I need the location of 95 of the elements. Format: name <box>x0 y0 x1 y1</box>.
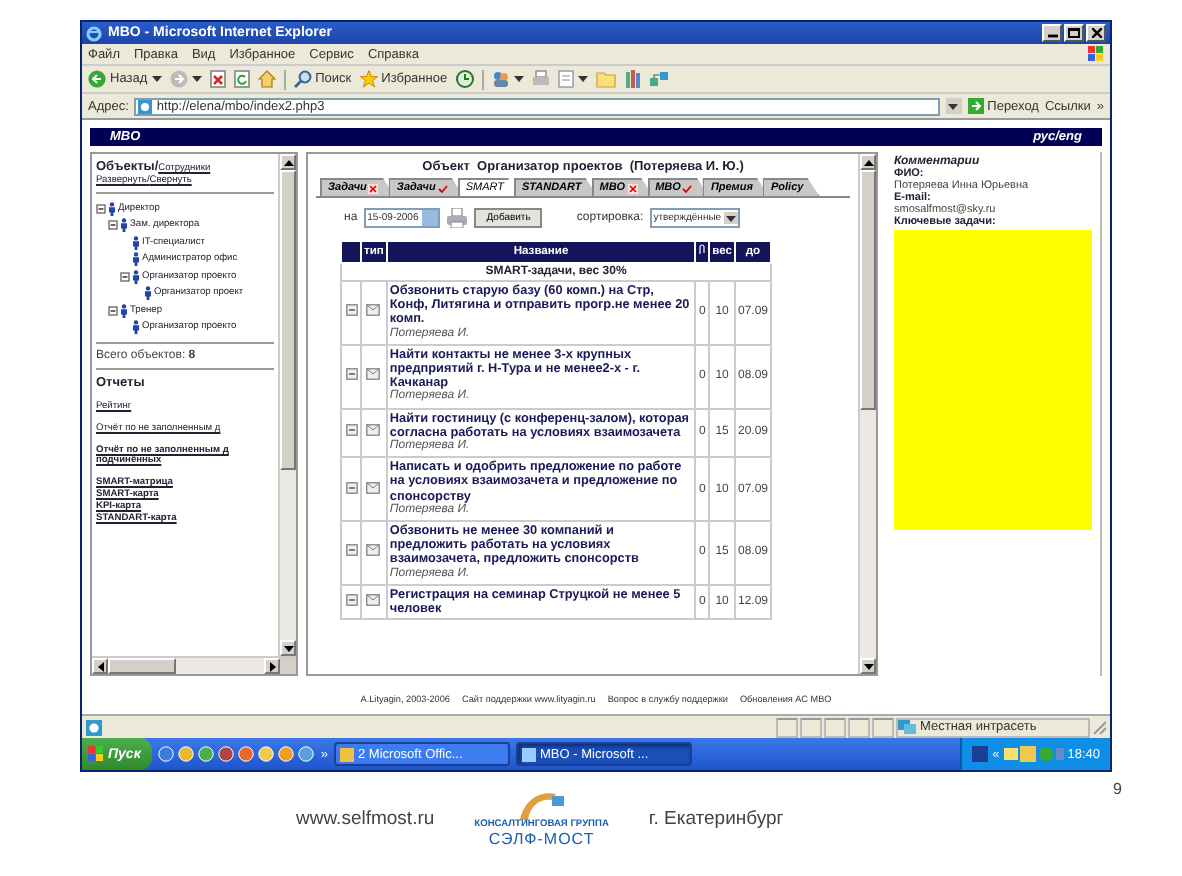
caret-icon <box>577 76 588 82</box>
collapse-icon[interactable] <box>108 220 118 231</box>
window-icon <box>522 747 536 761</box>
flag-icon <box>88 746 104 762</box>
status-pane <box>776 717 798 737</box>
mail-button[interactable] <box>491 70 524 88</box>
person-icon <box>120 218 128 233</box>
status-pane <box>848 717 870 737</box>
page-number: 9 <box>1113 780 1122 798</box>
city-text: г. Екатеринбург <box>648 807 784 829</box>
envelope-icon[interactable] <box>366 424 381 437</box>
envelope-icon[interactable] <box>366 594 381 607</box>
collapse-icon[interactable] <box>96 203 106 214</box>
document-icon <box>557 70 574 88</box>
collapse-icon[interactable] <box>345 594 357 607</box>
logo-name: СЭЛФ-МОСТ <box>488 829 595 847</box>
person-icon <box>144 286 152 301</box>
collapse-icon[interactable] <box>345 544 357 557</box>
scroll-down-button[interactable] <box>860 658 876 674</box>
left-arrow-icon <box>97 661 103 671</box>
caret-icon <box>948 103 959 109</box>
dropdown-button[interactable] <box>945 98 962 114</box>
down-arrow-icon <box>283 645 293 651</box>
scrollbar[interactable] <box>858 154 876 674</box>
network-icon[interactable] <box>649 70 668 88</box>
scroll-down-button[interactable] <box>280 640 296 656</box>
envelope-icon[interactable] <box>366 368 381 381</box>
up-arrow-icon <box>863 159 873 165</box>
stop-icon[interactable] <box>209 70 226 88</box>
maximize-button[interactable] <box>1064 24 1084 42</box>
caret-icon <box>191 76 202 82</box>
history-icon[interactable] <box>455 70 474 88</box>
scroll-thumb[interactable] <box>280 170 296 470</box>
tray-icons-drawing[interactable] <box>1003 746 1064 762</box>
table-header <box>341 241 361 263</box>
search-icon <box>293 70 312 88</box>
collapse-icon[interactable] <box>108 305 118 316</box>
print-icon[interactable] <box>531 70 550 88</box>
person-icon <box>108 201 116 216</box>
person-icon <box>120 303 128 318</box>
maximize-icon <box>1068 28 1080 38</box>
collapse-icon[interactable] <box>120 271 130 282</box>
envelope-icon[interactable] <box>366 481 381 494</box>
collapse-icon[interactable] <box>345 481 357 494</box>
browser-icon <box>86 25 102 41</box>
go-arrow-icon <box>967 98 984 114</box>
caret-icon <box>725 215 736 221</box>
collapse-icon[interactable] <box>345 304 357 317</box>
down-arrow-icon <box>863 663 873 669</box>
scroll-left-button[interactable] <box>92 658 108 674</box>
forward-button[interactable] <box>169 70 202 88</box>
up-arrow-icon <box>283 159 293 165</box>
edit-button[interactable] <box>557 70 588 88</box>
star-icon <box>359 70 378 88</box>
flag-icon <box>1088 46 1104 62</box>
page-icon <box>86 719 102 735</box>
envelope-icon[interactable] <box>366 304 381 317</box>
people-icon <box>491 70 510 88</box>
clip-icon <box>698 244 707 256</box>
cross-mark-icon <box>627 183 638 193</box>
scroll-right-button[interactable] <box>264 658 280 674</box>
page-icon <box>138 99 153 113</box>
printer-icon[interactable] <box>446 208 469 228</box>
home-icon[interactable] <box>257 70 276 88</box>
close-icon <box>1091 28 1101 38</box>
right-arrow-icon <box>269 661 275 671</box>
collapse-icon[interactable] <box>345 368 357 381</box>
caret-icon <box>513 76 524 82</box>
resize-grip-icon <box>1092 720 1106 734</box>
check-mark-icon <box>682 183 693 193</box>
cross-mark-icon <box>368 183 379 193</box>
status-pane <box>824 717 846 737</box>
back-arrow-icon <box>88 70 106 88</box>
scroll-thumb[interactable] <box>860 170 876 410</box>
status-pane <box>800 717 822 737</box>
caret-icon <box>151 76 162 82</box>
close-button[interactable] <box>1086 24 1106 42</box>
horizontal-scrollbar[interactable] <box>92 656 296 674</box>
scrollbar-corner <box>280 658 296 674</box>
status-pane <box>872 717 894 737</box>
envelope-icon[interactable] <box>366 544 381 557</box>
scroll-thumb[interactable] <box>108 658 176 674</box>
bridge-logo-icon <box>515 789 568 819</box>
person-icon <box>132 320 140 335</box>
minimize-button[interactable] <box>1042 24 1062 42</box>
collapse-icon[interactable] <box>345 424 357 437</box>
intranet-icon <box>898 720 916 734</box>
scroll-up-button[interactable] <box>280 154 296 170</box>
window-icon <box>340 747 354 761</box>
scroll-up-button[interactable] <box>860 154 876 170</box>
check-mark-icon <box>437 183 448 193</box>
website-text: www.selfmost.ru <box>296 807 435 829</box>
refresh-icon[interactable] <box>233 70 250 88</box>
scrollbar[interactable] <box>278 154 296 656</box>
forward-arrow-icon <box>169 70 188 88</box>
